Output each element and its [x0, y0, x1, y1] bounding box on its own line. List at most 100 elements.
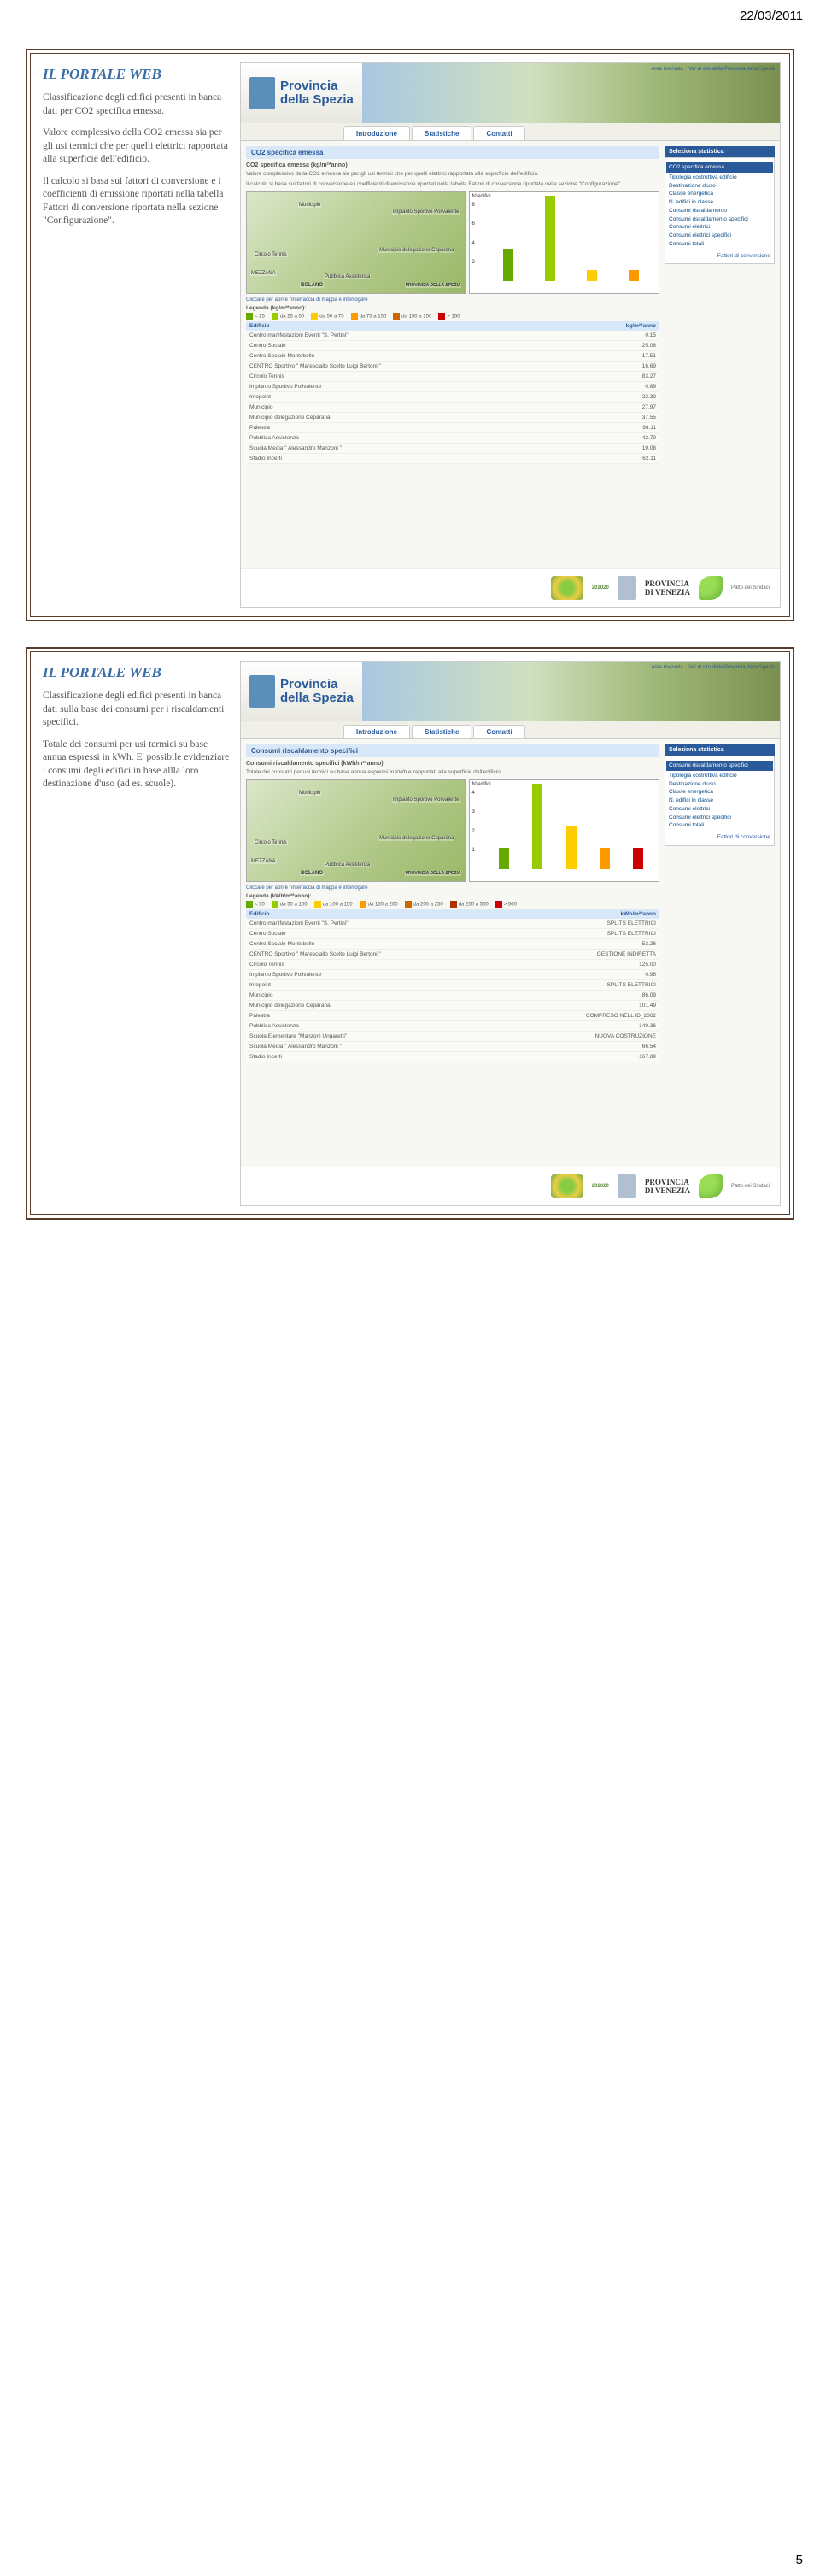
logo-venezia-crest-icon	[618, 1174, 636, 1198]
slide2-desc1: Classificazione degli edifici presenti i…	[43, 690, 233, 730]
table-row: Infopoint22.39	[246, 391, 659, 402]
sidebar-item[interactable]: Consumi elettrici specifici	[669, 814, 770, 822]
bar	[629, 270, 639, 281]
sidebar-item[interactable]: Destinazione d'uso	[669, 780, 770, 789]
logo-patto-icon	[699, 576, 723, 600]
slide1-left-column: IL PORTALE WEB Classificazione degli edi…	[31, 54, 240, 616]
logo-202020-text: 202020	[592, 1184, 609, 1189]
table-row: Centro Sociale25.08	[246, 340, 659, 350]
legend-item: da 250 a 500	[450, 901, 489, 908]
bar	[587, 270, 597, 281]
map-view[interactable]: Municipio Impianto Sportivo Polivalente …	[246, 191, 466, 294]
map-footer-link[interactable]: Cliccare per aprire l'interfaccia di map…	[246, 885, 659, 891]
data-table-2: Edificio kWh/m²*anno Centro manifestazio…	[246, 909, 659, 1062]
legend-item: < 50	[246, 901, 265, 908]
tab-statistiche[interactable]: Statistiche	[412, 725, 472, 738]
bar-chart: N°edifici 2468	[469, 191, 659, 294]
sidebar-select-list[interactable]: CO2 specifica emessaTipologia costruttiv…	[665, 157, 775, 264]
slide1-desc3: Il calcolo si basa sui fattori di conver…	[43, 175, 233, 228]
legend-1: < 25da 25 a 50da 50 a 75da 75 a 150da 15…	[246, 313, 659, 320]
content-subtitle: CO2 specifica emessa (kg/m²*anno)	[246, 162, 659, 168]
logo-patto-text: Patto dei Sindaci	[731, 1184, 770, 1189]
content-subtitle: Consumi riscaldamento specifici (kWh/m²*…	[246, 761, 659, 767]
nav-tabs: Introduzione Statistiche Contatti	[241, 123, 780, 141]
sidebar-item[interactable]: Tipologia costruttiva edificio	[669, 772, 770, 780]
sidebar-item[interactable]: Classe energetica	[669, 788, 770, 797]
table-row: Municipio86.09	[246, 990, 659, 1000]
sidebar-item[interactable]: N. edifici in classe	[669, 797, 770, 805]
slide2-right-column: Provincia della Spezia Area riservata Va…	[240, 652, 789, 1214]
table-row: CENTRO Sportivo " Maresciallo Scelto Lui…	[246, 949, 659, 959]
tab-statistiche[interactable]: Statistiche	[412, 126, 472, 140]
header-top-links[interactable]: Area riservata Vai al sito della Provinc…	[651, 665, 775, 670]
tab-introduzione[interactable]: Introduzione	[343, 126, 410, 140]
portal-screenshot-1: Provincia della Spezia Area riservata Va…	[240, 62, 781, 608]
table-row: Centro manifestazioni Eventi "S. Pertini…	[246, 331, 659, 341]
legend-item: da 50 a 100	[272, 901, 308, 908]
sidebar-item[interactable]: Consumi totali	[669, 821, 770, 830]
header-photo: Area riservata Vai al sito della Provinc…	[362, 63, 780, 123]
table-row: Centro SocialeSPLITS ELETTRICI	[246, 928, 659, 938]
sidebar-item[interactable]: Tipologia costruttiva edificio	[669, 173, 770, 182]
sidebar-item[interactable]: CO2 specifica emessa	[666, 162, 773, 173]
sidebar-link[interactable]: Fattori di conversione	[669, 252, 770, 261]
table-row: Centro Sociale Montebello53.26	[246, 938, 659, 949]
sidebar-item[interactable]: Consumi totali	[669, 240, 770, 249]
sidebar-item[interactable]: Consumi riscaldamento specifici	[669, 215, 770, 224]
tab-contatti[interactable]: Contatti	[473, 725, 524, 738]
bar	[532, 784, 542, 869]
table-row: Scuola Media " Alessandro Manzoni "19.08	[246, 443, 659, 453]
map-footer-link[interactable]: Cliccare per aprire l'interfaccia di map…	[246, 297, 659, 303]
province-name: Provincia della Spezia	[280, 678, 354, 706]
slide1-right-column: Provincia della Spezia Area riservata Va…	[240, 54, 789, 616]
table-row: Centro manifestazioni Eventi "S. Pertini…	[246, 919, 659, 929]
sidebar-select-list[interactable]: Consumi riscaldamento specificiTipologia…	[665, 756, 775, 846]
table-row: Municipio27.97	[246, 402, 659, 412]
bar	[600, 848, 610, 869]
bar	[633, 848, 643, 869]
page-date: 22/03/2011	[0, 0, 820, 23]
content-blurb-2: Il calcolo si basa sui fattori di conver…	[246, 181, 659, 188]
table-row: Impianto Sportivo Polivalente0.96	[246, 969, 659, 979]
sidebar-item[interactable]: Consumi riscaldamento specifici	[666, 761, 773, 771]
logo-venezia-crest-icon	[618, 576, 636, 600]
table-header-edificio: Edificio	[246, 321, 572, 331]
slide2-title: IL PORTALE WEB	[43, 664, 233, 681]
table-row: Stadio Incerti167.89	[246, 1051, 659, 1062]
header-top-links[interactable]: Area riservata Vai al sito della Provinc…	[651, 67, 775, 72]
tab-introduzione[interactable]: Introduzione	[343, 725, 410, 738]
portal-screenshot-2: Provincia della Spezia Area riservata Va…	[240, 661, 781, 1206]
table-row: Impianto Sportivo Polivalente0.89	[246, 381, 659, 391]
table-row: Circolo Tennis83.27	[246, 371, 659, 381]
table-row: Circolo Tennis125.00	[246, 959, 659, 969]
sidebar-link[interactable]: Fattori di conversione	[669, 833, 770, 842]
sidebar-item[interactable]: Consumi elettrici	[669, 805, 770, 814]
table-row: CENTRO Sportivo " Maresciallo Scelto Lui…	[246, 361, 659, 371]
table-row: Scuola Elementare "Manzoni Ungaretti"NUO…	[246, 1031, 659, 1041]
slide2-left-column: IL PORTALE WEB Classificazione degli edi…	[31, 652, 240, 1214]
slide1-desc2: Valore complessivo della CO2 emessa sia …	[43, 126, 233, 167]
map-view[interactable]: Municipio Impianto Sportivo Polivalente …	[246, 779, 466, 882]
sidebar-item[interactable]: Consumi riscaldamento	[669, 207, 770, 215]
content-blurb-1: Valore complessivo della CO2 emessa sia …	[246, 171, 659, 178]
main-content: Consumi riscaldamento specifici Consumi …	[241, 739, 665, 1167]
province-crest-icon	[249, 675, 275, 708]
sidebar-item[interactable]: Consumi elettrici	[669, 223, 770, 232]
tab-contatti[interactable]: Contatti	[473, 126, 524, 140]
legend-2: < 50 da 50 a 100 da 100 a 150 da 150 a 200 d…	[246, 901, 659, 908]
right-sidebar: Seleziona statistica Consumi riscaldamen…	[665, 739, 780, 1167]
legend-item: da 100 a 150	[314, 901, 353, 908]
sidebar-item[interactable]: Classe energetica	[669, 190, 770, 198]
slide-2: IL PORTALE WEB Classificazione degli edi…	[26, 647, 794, 1220]
sidebar-item[interactable]: Consumi elettrici specifici	[669, 232, 770, 240]
sidebar-item[interactable]: N. edifici in classe	[669, 198, 770, 207]
legend-item: da 25 a 50	[272, 313, 304, 320]
slide1-title: IL PORTALE WEB	[43, 66, 233, 83]
sidebar-item[interactable]: Destinazione d'uso	[669, 182, 770, 191]
legend-item: da 150 a 200	[360, 901, 398, 908]
data-table-1: Edificio kg/m²*anno Centro manifestazion…	[246, 321, 659, 464]
logo-venezia-text: PROVINCIADI VENEZIA	[645, 1178, 690, 1195]
table-row: PalestraCOMPRESO NELL ID_2862	[246, 1010, 659, 1020]
legend-item: > 150	[438, 313, 460, 320]
footer-logos: 202020 PROVINCIADI VENEZIA Patto dei Sin…	[241, 568, 780, 607]
